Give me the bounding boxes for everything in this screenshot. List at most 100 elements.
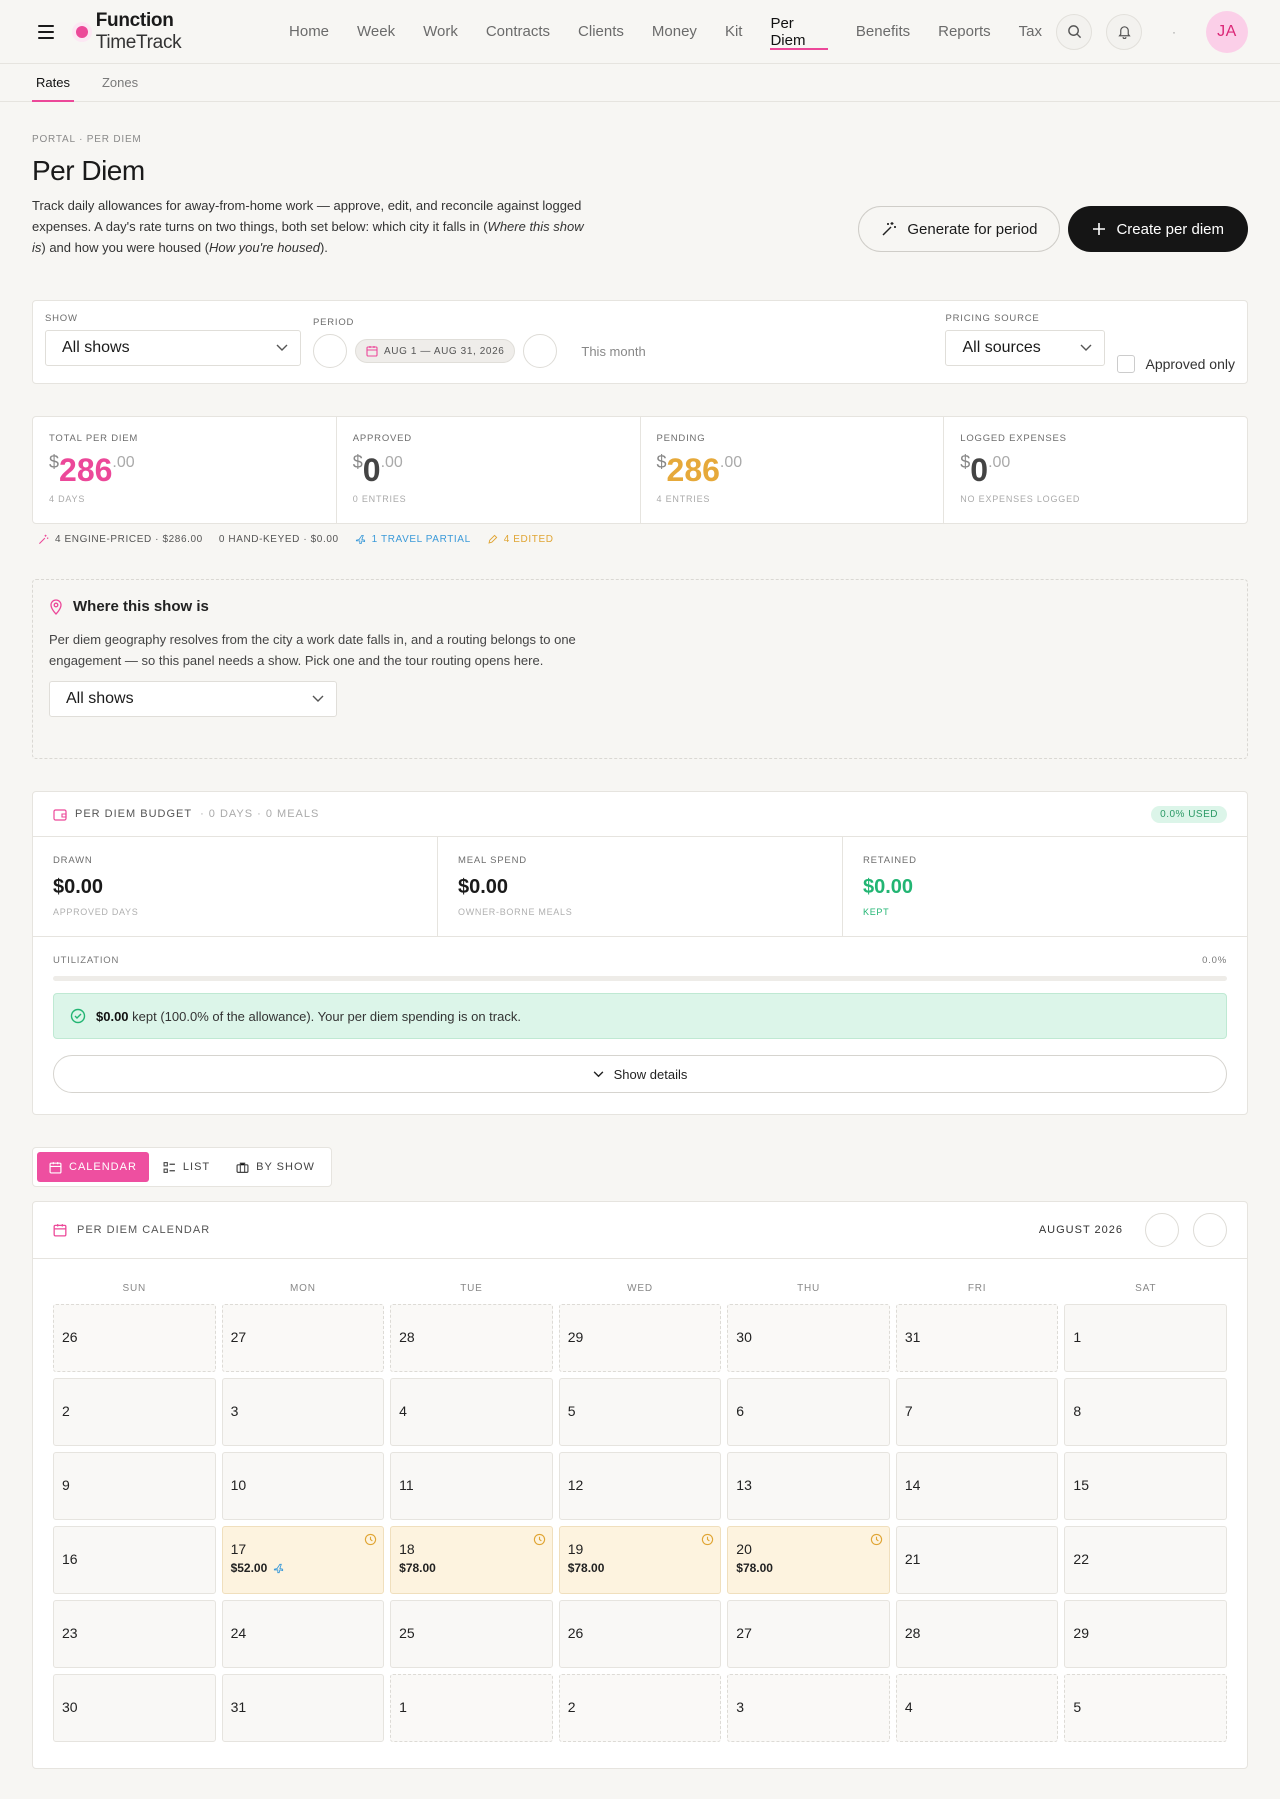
nav-contracts[interactable]: Contracts <box>472 0 564 64</box>
nav-work[interactable]: Work <box>409 0 472 64</box>
calendar-day[interactable]: 22 <box>1064 1526 1227 1594</box>
day-number: 2 <box>567 1699 576 1715</box>
edited-stat: 4 EDITED <box>487 534 554 545</box>
approved-only-checkbox[interactable] <box>1117 355 1136 373</box>
calendar-day[interactable]: 15 <box>1064 1452 1227 1520</box>
calendar-day[interactable]: 6 <box>727 1378 890 1446</box>
calendar-day[interactable]: 10 <box>221 1452 385 1520</box>
day-number: 1 <box>399 1699 407 1715</box>
calendar-day[interactable]: 5 <box>558 1378 722 1446</box>
stat-label: PENDING <box>656 433 706 444</box>
calendar-day[interactable]: 31 <box>895 1304 1059 1372</box>
day-number: 17 <box>230 1541 247 1557</box>
view-list-button[interactable]: LIST <box>151 1152 222 1182</box>
nav-clients[interactable]: Clients <box>564 0 638 64</box>
bell-icon[interactable] <box>1106 13 1142 50</box>
calendar-day[interactable]: 27 <box>727 1600 890 1668</box>
nav-kit[interactable]: Kit <box>711 0 757 64</box>
calendar-prev-button[interactable] <box>1145 1213 1179 1247</box>
calendar-day[interactable]: 8 <box>1064 1378 1227 1446</box>
day-number: 23 <box>62 1625 78 1641</box>
plus-icon <box>1093 223 1106 235</box>
calendar-day[interactable]: 31 <box>221 1674 385 1742</box>
calendar-day[interactable]: 21 <box>895 1526 1059 1594</box>
calendar-icon <box>49 1161 62 1174</box>
period-prev-button[interactable] <box>313 334 347 368</box>
calendar-day[interactable]: 30 <box>53 1674 216 1742</box>
pricing-source-label: PRICING SOURCE <box>945 313 1040 324</box>
stat-pending: PENDING $286.00 4 ENTRIES <box>641 417 945 523</box>
calendar-day[interactable]: 25 <box>390 1600 553 1668</box>
this-month-link[interactable]: This month <box>581 344 645 359</box>
nav-home[interactable]: Home <box>275 0 343 64</box>
search-icon[interactable] <box>1056 13 1092 50</box>
nav-benefits[interactable]: Benefits <box>842 0 924 64</box>
calendar-title: PER DIEM CALENDAR <box>77 1224 211 1236</box>
calendar-day[interactable]: 11 <box>390 1452 553 1520</box>
calendar-day[interactable]: 24 <box>221 1600 385 1668</box>
calendar-day[interactable]: 28 <box>895 1600 1059 1668</box>
calendar-day[interactable]: 12 <box>558 1452 722 1520</box>
calendar-day[interactable]: 3 <box>221 1378 385 1446</box>
calendar-day[interactable]: 26 <box>53 1304 216 1372</box>
calendar-day[interactable]: 29 <box>1064 1600 1227 1668</box>
chevron-down-icon <box>593 1070 604 1077</box>
day-number: 6 <box>736 1403 745 1419</box>
view-calendar-button[interactable]: CALENDAR <box>37 1152 149 1182</box>
weekday-header: SUN MON TUE WED THU FRI SAT <box>33 1259 1247 1294</box>
calendar-day[interactable]: 30 <box>727 1304 890 1372</box>
calendar-day[interactable]: 4 <box>390 1378 553 1446</box>
generate-for-period-button[interactable]: Generate for period <box>858 206 1061 252</box>
create-per-diem-button[interactable]: Create per diem <box>1068 206 1248 252</box>
calendar-day[interactable]: 27 <box>221 1304 385 1372</box>
utilization-bar <box>53 976 1227 981</box>
menu-icon[interactable] <box>32 18 60 46</box>
tab-rates[interactable]: Rates <box>32 64 74 102</box>
drawn-stat: DRAWN $0.00 APPROVED DAYS <box>33 837 438 937</box>
calendar-day[interactable]: 1 <box>1064 1304 1227 1372</box>
calendar-day[interactable]: 4 <box>895 1674 1059 1742</box>
show-details-button[interactable]: Show details <box>53 1055 1227 1093</box>
calendar-day[interactable]: 26 <box>558 1600 722 1668</box>
where-show-select[interactable]: All shows <box>49 681 337 717</box>
avatar[interactable]: JA <box>1206 10 1248 53</box>
weekday-label: FRI <box>967 1283 987 1294</box>
calendar-month: AUGUST 2026 <box>1038 1224 1123 1236</box>
period-date-picker[interactable]: AUG 1 — AUG 31, 2026 <box>355 339 516 363</box>
day-number: 26 <box>567 1625 584 1641</box>
calendar-day[interactable]: 7 <box>895 1378 1059 1446</box>
calendar-day[interactable]: 1 <box>390 1674 553 1742</box>
calendar-day[interactable]: 14 <box>895 1452 1059 1520</box>
calendar-day[interactable]: 29 <box>558 1304 722 1372</box>
nav-week[interactable]: Week <box>343 0 409 64</box>
stat-sub: 0 ENTRIES <box>352 494 407 504</box>
approved-only-toggle[interactable]: Approved only <box>1117 355 1235 373</box>
view-by-show-button[interactable]: BY SHOW <box>224 1152 327 1182</box>
calendar-day[interactable]: 3 <box>727 1674 890 1742</box>
calendar-next-button[interactable] <box>1193 1213 1227 1247</box>
calendar-day[interactable]: 5 <box>1064 1674 1227 1742</box>
calendar-day[interactable]: 19 $78.00 <box>558 1526 722 1594</box>
period-next-button[interactable] <box>523 334 558 368</box>
day-number: 26 <box>62 1329 78 1345</box>
calendar-day[interactable]: 13 <box>727 1452 890 1520</box>
calendar-day[interactable]: 9 <box>53 1452 216 1520</box>
calendar-day[interactable]: 17 $52.00 <box>221 1526 385 1594</box>
calendar-day[interactable]: 23 <box>53 1600 216 1668</box>
calendar-day[interactable]: 28 <box>390 1304 553 1372</box>
nav-tax[interactable]: Tax <box>1005 0 1056 64</box>
nav-money[interactable]: Money <box>638 0 711 64</box>
nav-per-diem[interactable]: Per Diem <box>756 0 841 64</box>
engine-priced-stat: 4 ENGINE-PRICED · $286.00 <box>38 534 203 545</box>
day-number: 5 <box>567 1403 576 1419</box>
tab-zones[interactable]: Zones <box>98 64 142 101</box>
nav-reports[interactable]: Reports <box>924 0 1005 64</box>
show-select[interactable]: All shows <box>45 330 301 366</box>
calendar-day[interactable]: 2 <box>558 1674 722 1742</box>
brand[interactable]: Function TimeTrack <box>75 10 263 54</box>
calendar-day[interactable]: 20 $78.00 <box>727 1526 890 1594</box>
calendar-day[interactable]: 18 $78.00 <box>390 1526 553 1594</box>
pricing-source-select[interactable]: All sources <box>945 330 1106 366</box>
calendar-day[interactable]: 16 <box>53 1526 216 1594</box>
calendar-day[interactable]: 2 <box>53 1378 216 1446</box>
